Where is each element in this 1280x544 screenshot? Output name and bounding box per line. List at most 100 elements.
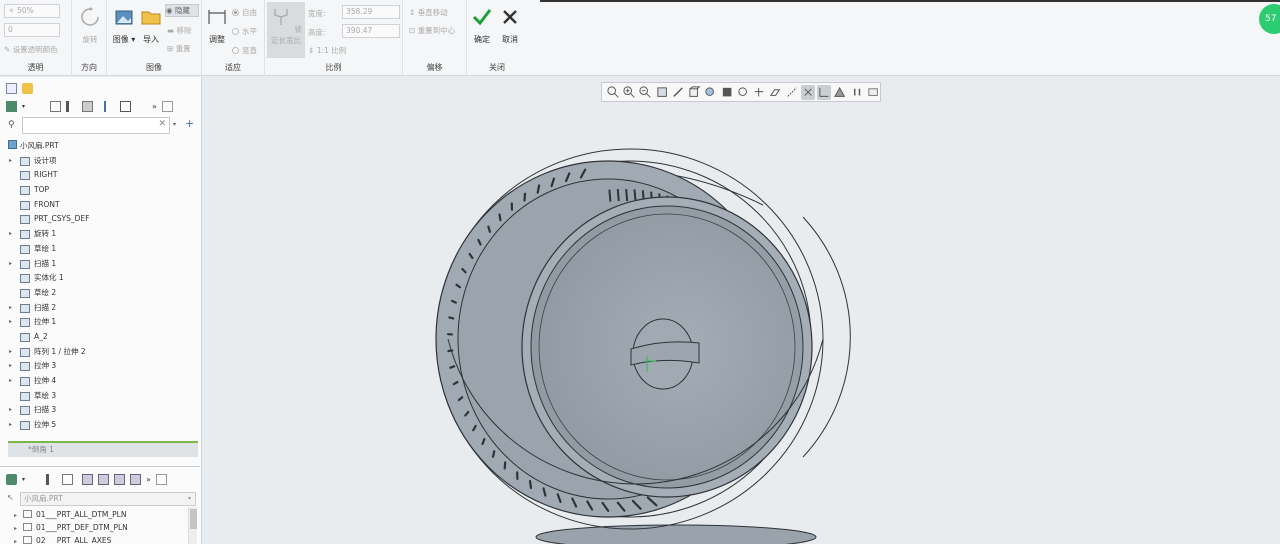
transparency-value-field[interactable]: ☀ 50% bbox=[4, 4, 60, 18]
tree-item[interactable]: ▸ 扫描 3 bbox=[0, 403, 200, 418]
insert-here-marker[interactable]: *倒角 1 bbox=[8, 441, 198, 457]
filter-settings-icon[interactable] bbox=[104, 100, 115, 112]
notification-badge[interactable]: 57 bbox=[1259, 4, 1280, 34]
sketch-icon bbox=[20, 288, 30, 298]
hide-button[interactable]: ◉ 隐藏 bbox=[165, 4, 199, 17]
one-to-one-ratio-button[interactable]: ⇕ 1:1 比例 bbox=[308, 45, 346, 56]
remove-button[interactable]: ▬ 移除 bbox=[167, 25, 191, 36]
adjust-button[interactable]: 调整 bbox=[204, 6, 230, 45]
filter-dropdown-icon[interactable]: ▾ bbox=[173, 121, 176, 128]
chevron-down-icon[interactable]: ▾ bbox=[22, 103, 25, 110]
reset-center-button[interactable]: ⊡ 重置到中心 bbox=[409, 25, 455, 36]
scrollbar-thumb[interactable] bbox=[190, 509, 197, 529]
set-transparency-color-button[interactable]: ✎ 设置透明颜色 bbox=[4, 44, 58, 55]
vent-slot bbox=[449, 365, 456, 369]
tree-item[interactable]: ▸ 扫描 1 bbox=[0, 257, 200, 272]
graphics-viewport[interactable] bbox=[203, 77, 1280, 544]
import-button[interactable]: 导入 bbox=[138, 6, 164, 45]
tree-item[interactable]: ▸ 拉伸 4 bbox=[0, 374, 200, 389]
expand-icon[interactable]: ▸ bbox=[9, 315, 12, 330]
expand-icon[interactable]: ▸ bbox=[9, 418, 12, 433]
tree-item[interactable]: A_2 bbox=[0, 330, 200, 345]
ok-button[interactable]: 确定 bbox=[469, 6, 495, 45]
columns-icon[interactable] bbox=[50, 100, 62, 112]
layer-row[interactable]: ▸ 01___PRT_ALL_DTM_PLN bbox=[14, 508, 126, 521]
expand-icon[interactable]: ▸ bbox=[9, 154, 12, 169]
height-field[interactable]: 390.47 bbox=[342, 24, 400, 38]
expand-icon[interactable]: ▸ bbox=[9, 301, 12, 316]
tree-item[interactable]: ▸ 拉伸 1 bbox=[0, 315, 200, 330]
width-field[interactable]: 358.29 bbox=[342, 5, 400, 19]
image-button[interactable]: 图像 ▾ bbox=[110, 6, 138, 45]
layers-dropdown-icon[interactable]: ▾ bbox=[22, 476, 25, 483]
rotate-button[interactable]: 旋转 bbox=[75, 6, 105, 45]
page-icon[interactable] bbox=[161, 100, 173, 112]
fit-free-radio[interactable]: 自由 bbox=[232, 7, 257, 18]
panel-tabs bbox=[6, 79, 33, 97]
expand-icon[interactable]: ▸ bbox=[9, 403, 12, 418]
tree-item[interactable]: 草绘 1 bbox=[0, 242, 200, 257]
tree-item[interactable]: RIGHT bbox=[0, 168, 200, 183]
expand-icon[interactable]: ▸ bbox=[9, 359, 12, 374]
tree-item-label: 阵列 1 / 拉伸 2 bbox=[34, 346, 86, 356]
layer-more-icon[interactable]: » bbox=[146, 475, 151, 484]
fit-horizontal-radio[interactable]: 水平 bbox=[232, 26, 257, 37]
sketch-icon bbox=[20, 391, 30, 401]
tree-item[interactable]: ▸ 拉伸 5 bbox=[0, 418, 200, 433]
fan-3d-model[interactable] bbox=[203, 77, 1280, 544]
add-icon[interactable]: + bbox=[185, 117, 194, 130]
tree-item[interactable]: 实体化 1 bbox=[0, 271, 200, 286]
tree-view-icon[interactable] bbox=[6, 100, 17, 112]
tree-item[interactable]: ▸ 设计项 bbox=[0, 154, 200, 169]
tree-item[interactable]: PRT_CSYS_DEF bbox=[0, 212, 200, 227]
layer-list-icon[interactable] bbox=[46, 473, 57, 485]
group-label-close: 关闭 bbox=[489, 63, 505, 72]
tree-settings-icon[interactable] bbox=[120, 100, 132, 112]
layer-props-icon[interactable] bbox=[130, 473, 142, 485]
layer-isolate-icon[interactable] bbox=[114, 473, 126, 485]
tree-filter-input[interactable]: ✕ bbox=[22, 117, 170, 134]
expand-icon[interactable]: ▸ bbox=[9, 257, 12, 272]
tree-item[interactable]: ▸ 旋转 1 bbox=[0, 227, 200, 242]
layer-hide-icon[interactable] bbox=[98, 473, 110, 485]
layer-row[interactable]: ▸ 02___PRT_ALL_AXES bbox=[14, 534, 111, 544]
tree-root[interactable]: 小风扇.PRT bbox=[0, 139, 200, 154]
display-icon[interactable] bbox=[82, 100, 94, 112]
layers-icon[interactable] bbox=[6, 473, 17, 485]
clear-icon[interactable]: ✕ bbox=[158, 119, 166, 129]
transparency-number-field[interactable]: 0 bbox=[4, 23, 60, 37]
vertical-move-button[interactable]: ↕ 垂直移动 bbox=[409, 7, 448, 18]
expand-icon[interactable]: ▸ bbox=[9, 227, 12, 242]
minus-icon: ▬ bbox=[167, 26, 175, 35]
checkmark-icon bbox=[472, 9, 492, 26]
layer-scrollbar[interactable] bbox=[188, 507, 197, 544]
model-tree-tab-icon[interactable] bbox=[6, 82, 17, 94]
group-label-scale: 比例 bbox=[325, 63, 342, 72]
tree-item-label: 设计项 bbox=[34, 155, 57, 165]
fit-vertical-radio[interactable]: 竖直 bbox=[232, 45, 257, 56]
tree-item[interactable]: ▸ 阵列 1 / 拉伸 2 bbox=[0, 345, 200, 360]
layer-target-select[interactable]: 小风扇.PRT ▾ bbox=[20, 492, 196, 506]
expand-icon[interactable]: ▸ bbox=[9, 345, 12, 360]
tree-item[interactable]: ▸ 扫描 2 bbox=[0, 301, 200, 316]
tree-item[interactable]: ▸ 拉伸 3 bbox=[0, 359, 200, 374]
datum-plane-icon bbox=[20, 200, 30, 210]
tree-item[interactable]: 草绘 2 bbox=[0, 286, 200, 301]
lock-ratio-button[interactable]: 锁定长宽比 bbox=[267, 2, 305, 58]
folder-browser-tab-icon[interactable] bbox=[22, 82, 33, 94]
layer-show-icon[interactable] bbox=[82, 473, 94, 485]
reset-button[interactable]: ⊞ 重置 bbox=[167, 43, 191, 54]
layer-settings-icon[interactable] bbox=[155, 473, 167, 485]
tree-item[interactable]: TOP bbox=[0, 183, 200, 198]
more-icon[interactable]: » bbox=[152, 102, 157, 111]
select-dropdown-icon: ▾ bbox=[187, 495, 191, 502]
cancel-button[interactable]: 取消 bbox=[497, 6, 523, 45]
tree-item-label: PRT_CSYS_DEF bbox=[34, 214, 90, 224]
expand-icon[interactable]: ▸ bbox=[9, 374, 12, 389]
list-icon[interactable] bbox=[66, 100, 77, 112]
move-icon: ↕ bbox=[409, 8, 416, 17]
tree-item[interactable]: FRONT bbox=[0, 198, 200, 213]
layer-row[interactable]: ▸ 01___PRT_DEF_DTM_PLN bbox=[14, 521, 128, 534]
tree-item[interactable]: 草绘 3 bbox=[0, 389, 200, 404]
layer-columns-icon[interactable] bbox=[62, 473, 74, 485]
